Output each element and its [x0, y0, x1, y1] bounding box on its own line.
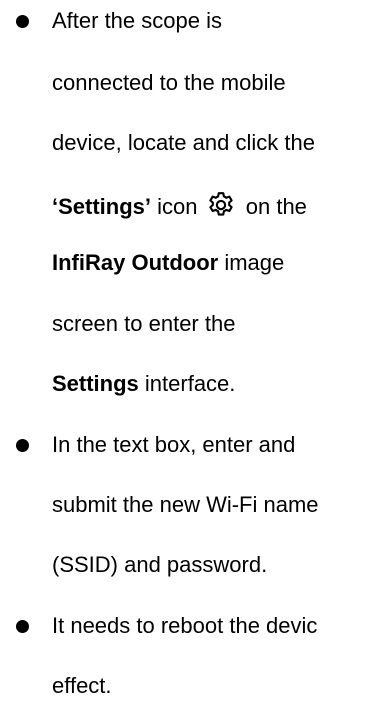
text-line: connected to the mobile [52, 70, 286, 95]
bullet-icon [16, 620, 29, 633]
settings-label: ‘Settings’ [52, 194, 152, 219]
bullet-icon [16, 15, 29, 28]
text-line: screen to enter the [52, 311, 236, 336]
text-line: Settings interface. [52, 371, 235, 397]
text-line: effect. [52, 673, 112, 698]
text-line: device, locate and click the [52, 130, 315, 155]
text-line: (SSID) and password. [52, 552, 268, 577]
text-fragment: image [218, 250, 285, 275]
text-fragment: on the [245, 194, 307, 219]
text-line: InfiRay Outdoor image [52, 250, 284, 276]
bullet-icon [16, 439, 29, 452]
settings-label: Settings [52, 371, 139, 396]
text-line: After the scope is [52, 8, 222, 33]
text-line: submit the new Wi-Fi name [52, 492, 319, 517]
text-fragment: interface. [138, 371, 236, 396]
text-line: In the text box, enter and [52, 432, 296, 457]
text-line: ‘Settings’ icon on the [52, 190, 307, 219]
gear-icon [208, 192, 233, 216]
app-name: InfiRay Outdoor [52, 250, 219, 275]
text-fragment: icon [151, 194, 198, 219]
text-line: It needs to reboot the devic [52, 613, 318, 638]
